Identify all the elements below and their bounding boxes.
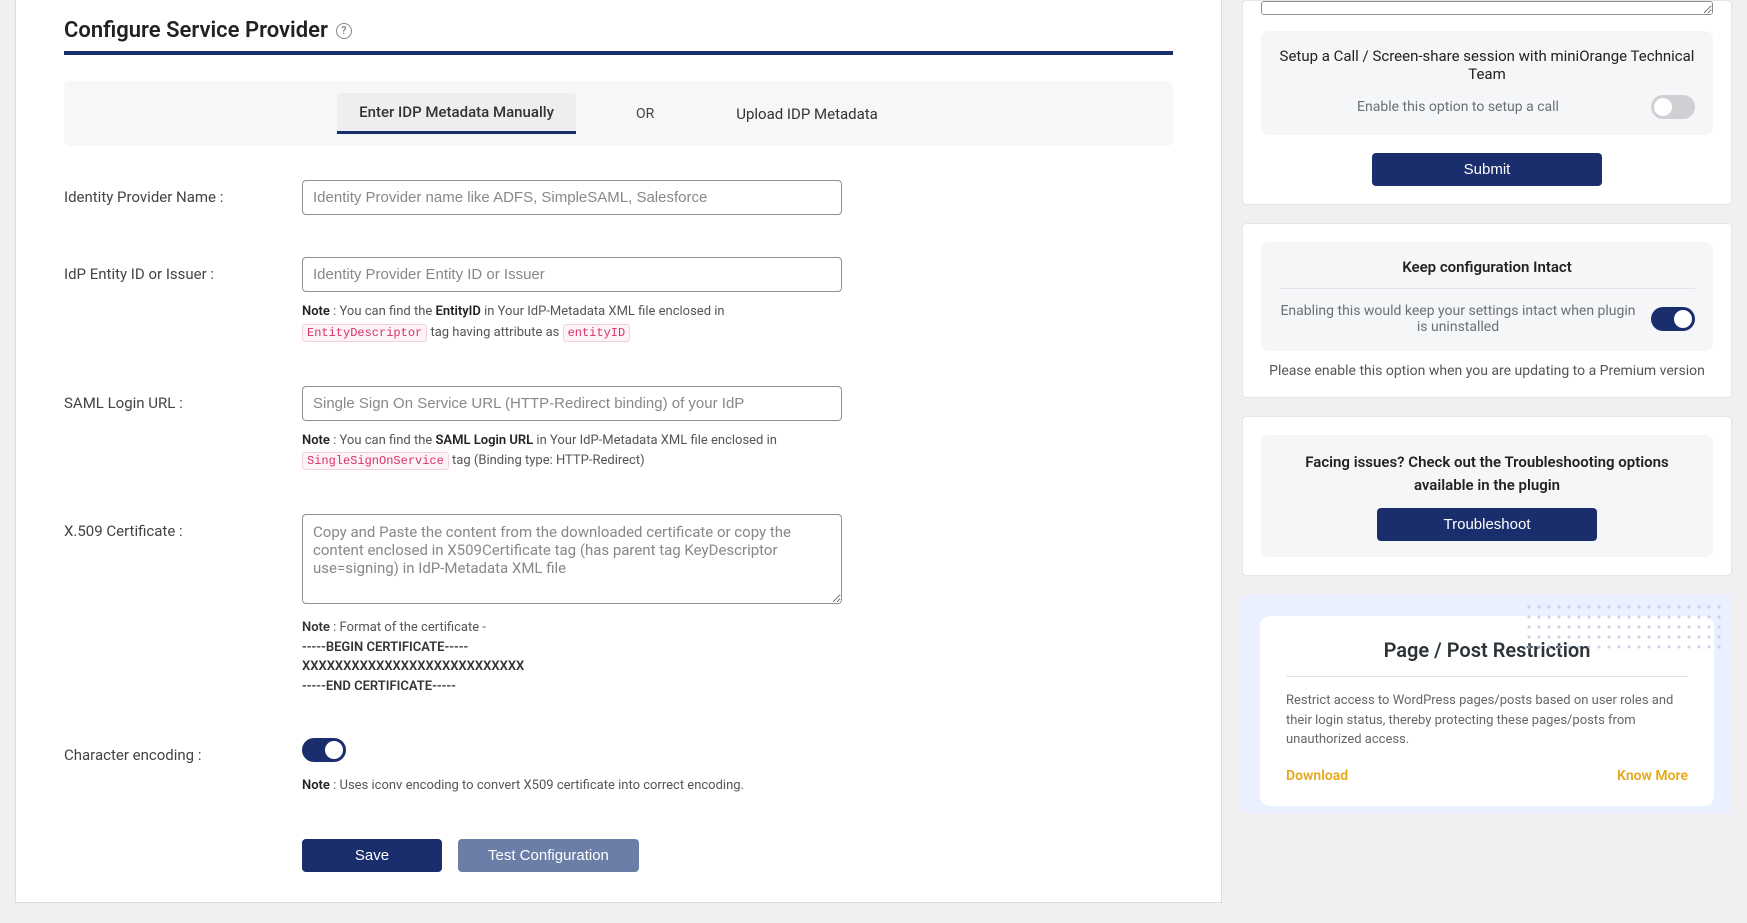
keep-footer: Please enable this option when you are u… bbox=[1261, 363, 1713, 379]
trouble-card: Facing issues? Check out the Troubleshoo… bbox=[1242, 416, 1732, 576]
keep-option-text: Enabling this would keep your settings i… bbox=[1279, 303, 1637, 335]
section-title: Configure Service Provider ? bbox=[64, 18, 1173, 55]
encoding-label: Character encoding : bbox=[64, 738, 302, 764]
encoding-toggle[interactable] bbox=[302, 738, 346, 762]
login-url-note: Note : You can find the SAML Login URL i… bbox=[302, 431, 842, 473]
login-url-input[interactable] bbox=[302, 386, 842, 421]
code-entityid: entityID bbox=[563, 324, 631, 342]
code-singlesignonservice: SingleSignOnService bbox=[302, 452, 449, 470]
x509-note: Note : Format of the certificate - -----… bbox=[302, 618, 842, 696]
test-config-button[interactable]: Test Configuration bbox=[458, 839, 639, 872]
decorative-dots bbox=[1524, 602, 1724, 652]
form: Identity Provider Name : IdP Entity ID o… bbox=[64, 180, 1173, 872]
sidebar: Setup a Call / Screen-share session with… bbox=[1242, 0, 1732, 903]
submit-button[interactable]: Submit bbox=[1372, 153, 1602, 186]
keep-heading: Keep configuration Intact bbox=[1279, 258, 1695, 276]
tab-separator-or: OR bbox=[636, 106, 654, 122]
call-option-text: Enable this option to setup a call bbox=[1279, 99, 1637, 115]
trouble-heading: Facing issues? Check out the Troubleshoo… bbox=[1279, 451, 1695, 496]
keep-toggle[interactable] bbox=[1651, 307, 1695, 331]
idp-name-label: Identity Provider Name : bbox=[64, 180, 302, 206]
entity-id-input[interactable] bbox=[302, 257, 842, 292]
call-toggle[interactable] bbox=[1651, 95, 1695, 119]
keep-card: Keep configuration Intact Enabling this … bbox=[1242, 223, 1732, 398]
help-icon[interactable]: ? bbox=[336, 23, 352, 39]
login-url-label: SAML Login URL : bbox=[64, 386, 302, 412]
entity-id-note: Note : You can find the EntityID in Your… bbox=[302, 302, 842, 344]
x509-textarea[interactable] bbox=[302, 514, 842, 604]
promo-know-more-link[interactable]: Know More bbox=[1617, 768, 1688, 784]
tab-manual[interactable]: Enter IDP Metadata Manually bbox=[337, 93, 576, 134]
promo-divider bbox=[1286, 676, 1688, 677]
divider bbox=[1279, 288, 1695, 289]
entity-id-label: IdP Entity ID or Issuer : bbox=[64, 257, 302, 283]
troubleshoot-button[interactable]: Troubleshoot bbox=[1377, 508, 1597, 541]
main-panel: Configure Service Provider ? Enter IDP M… bbox=[15, 0, 1222, 903]
section-title-text: Configure Service Provider bbox=[64, 18, 328, 43]
promo-card: Page / Post Restriction Restrict access … bbox=[1242, 594, 1732, 814]
x509-label: X.509 Certificate : bbox=[64, 514, 302, 540]
promo-text: Restrict access to WordPress pages/posts… bbox=[1286, 691, 1688, 750]
call-textarea[interactable] bbox=[1261, 1, 1713, 15]
save-button[interactable]: Save bbox=[302, 839, 442, 872]
tab-upload[interactable]: Upload IDP Metadata bbox=[714, 95, 900, 133]
call-heading: Setup a Call / Screen-share session with… bbox=[1279, 47, 1695, 83]
encoding-note: Note : Uses iconv encoding to convert X5… bbox=[302, 776, 842, 797]
tab-bar: Enter IDP Metadata Manually OR Upload ID… bbox=[64, 81, 1173, 146]
promo-download-link[interactable]: Download bbox=[1286, 768, 1348, 784]
code-entitydescriptor: EntityDescriptor bbox=[302, 324, 427, 342]
idp-name-input[interactable] bbox=[302, 180, 842, 215]
call-card: Setup a Call / Screen-share session with… bbox=[1242, 0, 1732, 205]
